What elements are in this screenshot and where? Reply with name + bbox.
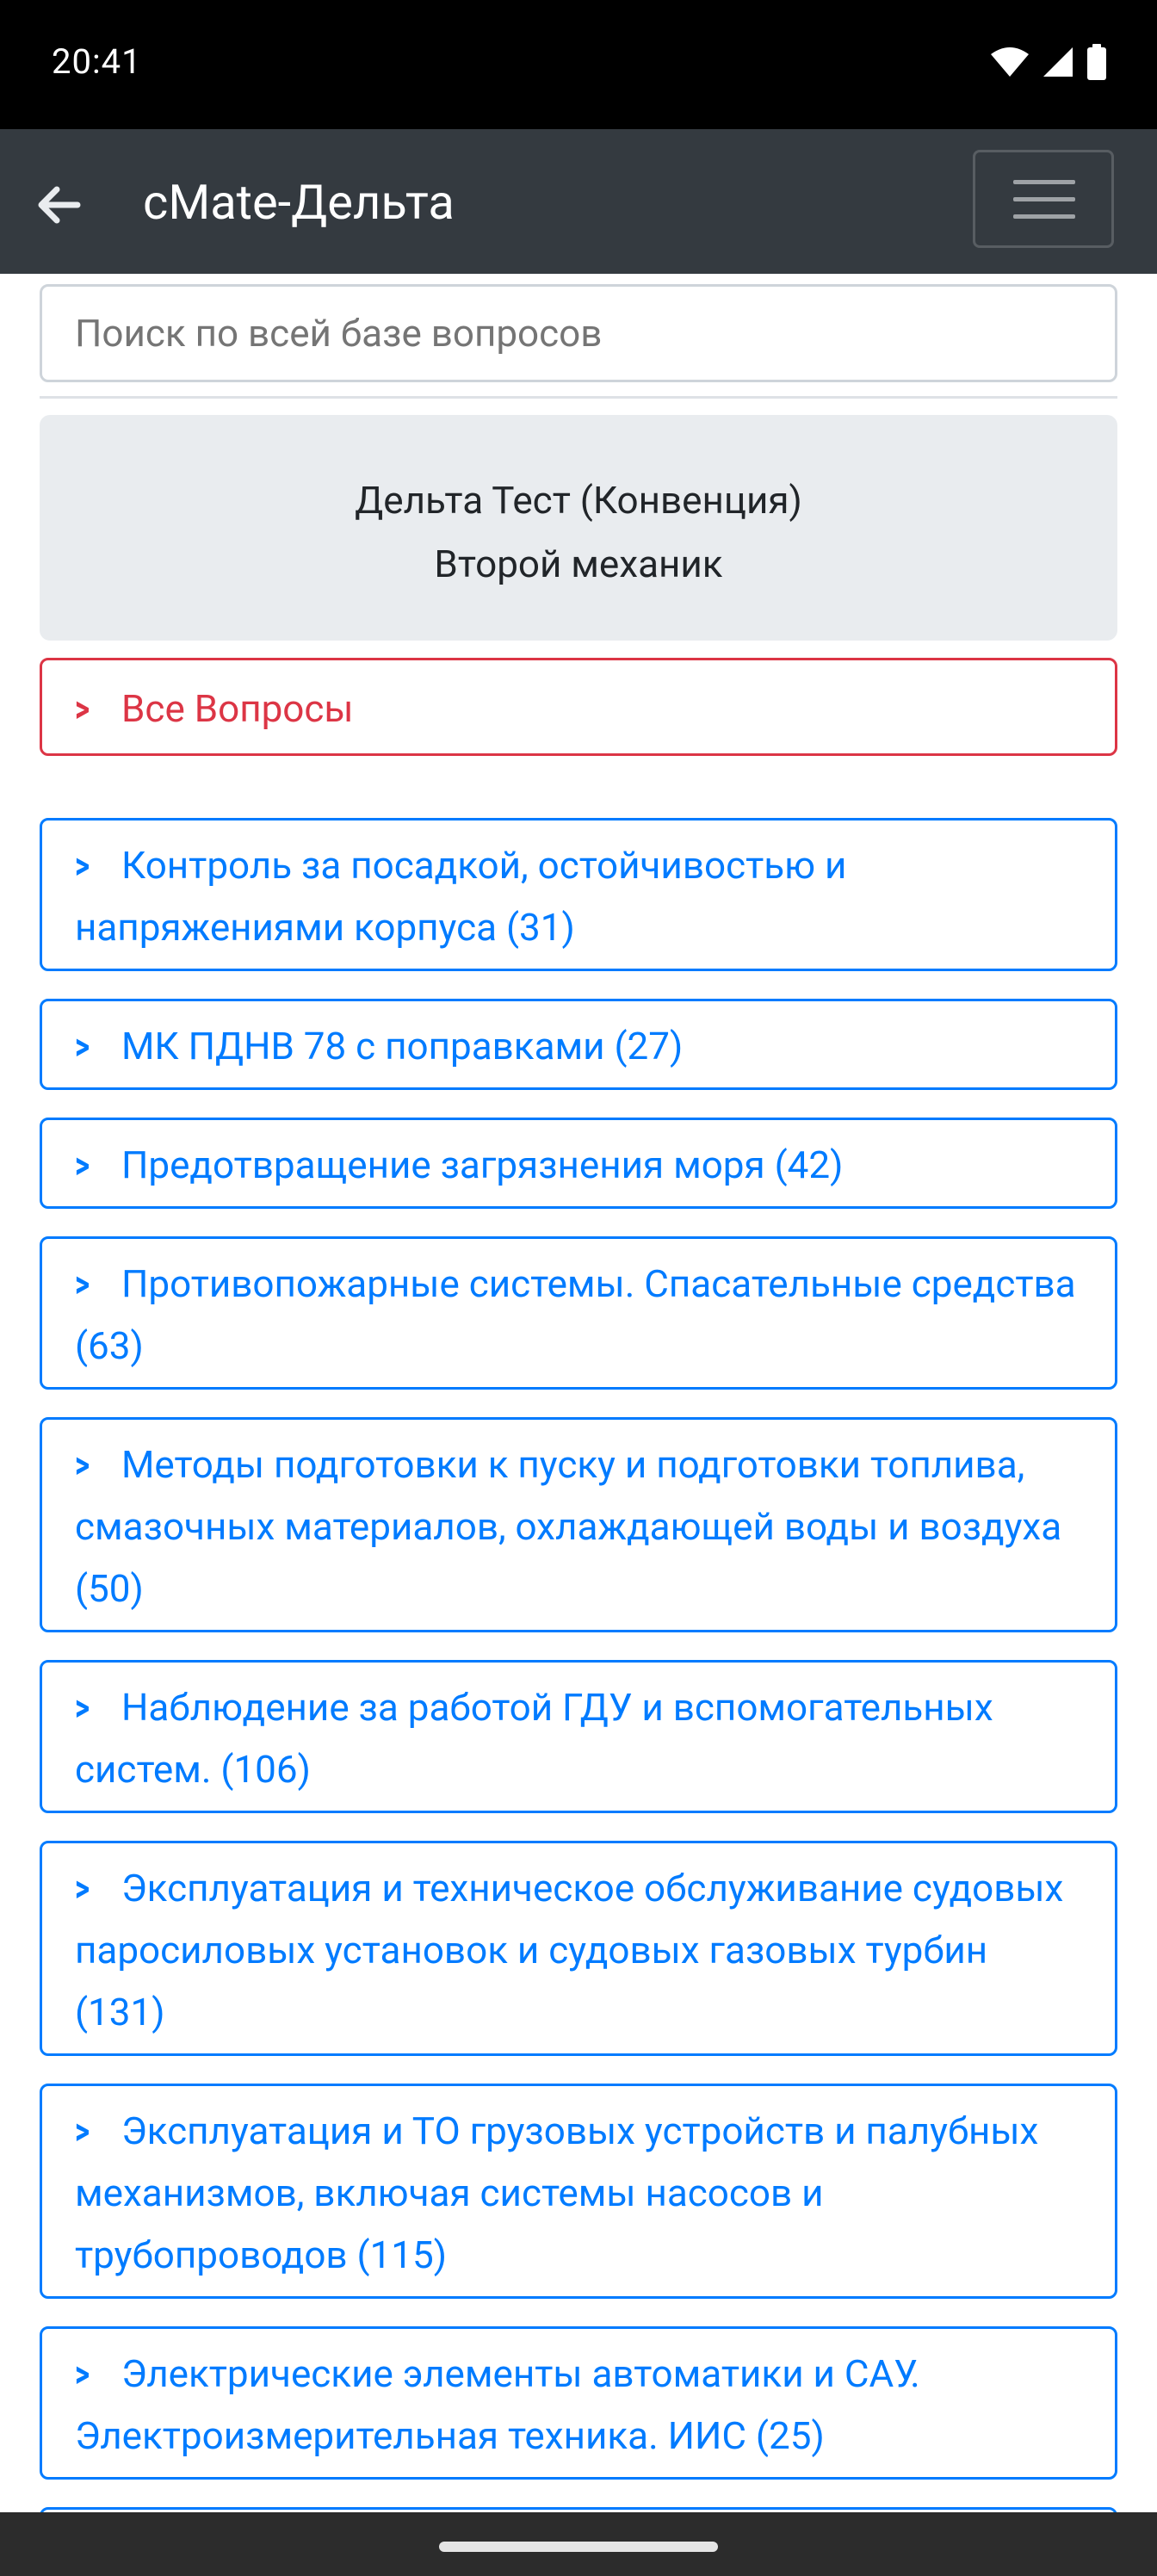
- hamburger-menu-icon: [1013, 180, 1075, 184]
- category-label: Контроль за посадкой, остойчивостью и на…: [75, 843, 847, 950]
- category-label: Эксплуатация и техническое обслуживание …: [75, 1866, 1064, 2034]
- category-label: Эксплуатация и ТО грузовых устройств и п…: [75, 2108, 1039, 2277]
- chevron-right-icon: >: [75, 686, 90, 731]
- chevron-right-icon: >: [75, 843, 90, 888]
- chevron-right-icon: >: [75, 2108, 90, 2153]
- category-label: Электрические элементы автоматики и САУ.…: [75, 2351, 920, 2458]
- all-questions-label: Все Вопросы: [121, 686, 354, 731]
- chevron-right-icon: >: [75, 1442, 90, 1487]
- category-item[interactable]: > Противопожарные системы. Спасательные с…: [40, 1236, 1117, 1390]
- category-label: Наблюдение за работой ГДУ и вспомогатель…: [75, 1685, 993, 1792]
- all-questions-button[interactable]: > Все Вопросы: [40, 658, 1117, 756]
- main-content: Дельта Тест (Конвенция) Второй механик >…: [0, 274, 1157, 2512]
- system-navigation-bar: [0, 2512, 1157, 2576]
- wifi-icon: [991, 47, 1029, 77]
- chevron-right-icon: >: [75, 1142, 90, 1187]
- status-time: 20:41: [52, 41, 142, 82]
- hamburger-menu-button[interactable]: [973, 150, 1114, 248]
- signal-icon: [1043, 47, 1073, 77]
- status-bar: 20:41: [0, 0, 1157, 129]
- home-gesture-handle[interactable]: [439, 2542, 718, 2552]
- category-label: Методы подготовки к пуску и подготовки т…: [75, 1442, 1062, 1611]
- battery-icon: [1087, 44, 1106, 80]
- app-navbar: cMate-Дельта: [0, 129, 1157, 274]
- category-item[interactable]: > Эксплуатация и ТО грузовых устройств и …: [40, 2084, 1117, 2299]
- info-panel-subtitle: Второй механик: [434, 542, 723, 586]
- chevron-right-icon: >: [75, 2351, 90, 2396]
- category-item[interactable]: > Эксплуатация и техническое обслуживание…: [40, 1841, 1117, 2056]
- chevron-right-icon: >: [75, 1024, 90, 1068]
- category-item[interactable]: > Наблюдение за работой ГДУ и вспомогател…: [40, 1660, 1117, 1813]
- category-item[interactable]: > Предотвращение загрязнения моря (42): [40, 1118, 1117, 1209]
- chevron-right-icon: >: [75, 1866, 90, 1910]
- chevron-right-icon: >: [75, 1261, 90, 1306]
- search-input[interactable]: [40, 284, 1117, 382]
- category-item[interactable]: > Контроль за посадкой, остойчивостью и н…: [40, 818, 1117, 971]
- info-panel-title: Дельта Тест (Конвенция): [355, 478, 802, 523]
- category-item[interactable]: > Электрические элементы автоматики и САУ…: [40, 2326, 1117, 2480]
- category-item[interactable]: > МК ПДНВ 78 с поправками (27): [40, 999, 1117, 1090]
- category-label: Предотвращение загрязнения моря (42): [121, 1142, 844, 1187]
- chevron-right-icon: >: [75, 1685, 90, 1730]
- divider: [40, 396, 1117, 399]
- category-item[interactable]: > Методы подготовки к пуску и подготовки …: [40, 1417, 1117, 1632]
- info-panel: Дельта Тест (Конвенция) Второй механик: [40, 415, 1117, 641]
- category-label: МК ПДНВ 78 с поправками (27): [121, 1024, 684, 1068]
- app-title: cMate-Дельта: [143, 174, 455, 231]
- category-label: Противопожарные системы. Спасательные ср…: [75, 1261, 1076, 1368]
- arrow-left-icon[interactable]: [33, 179, 84, 231]
- status-icons: [990, 43, 1107, 81]
